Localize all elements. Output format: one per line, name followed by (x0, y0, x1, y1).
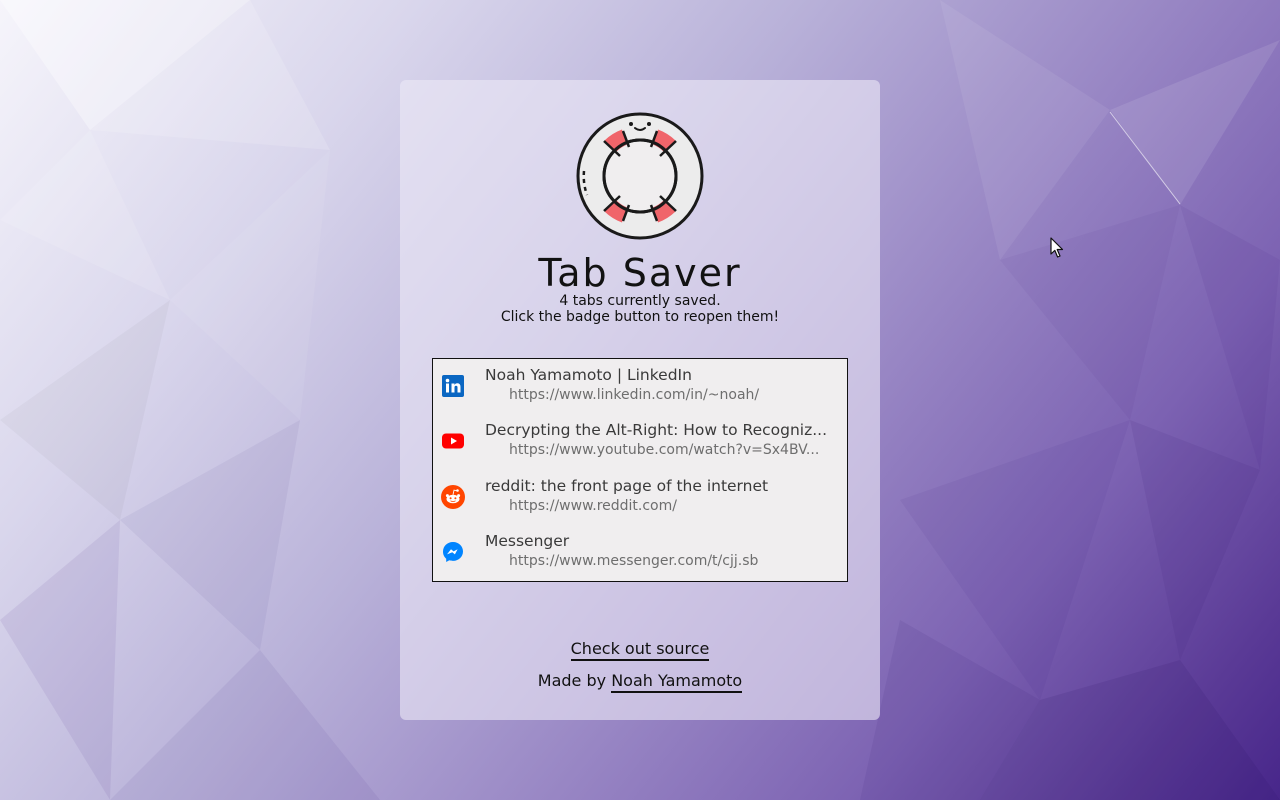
tab-title: Decrypting the Alt-Right: How to Recogni… (485, 421, 827, 439)
author-link[interactable]: Noah Yamamoto (611, 671, 743, 693)
reopen-hint-text: Click the badge button to reopen them! (500, 309, 780, 325)
tab-saver-card: Tab Saver 4 tabs currently saved. Click … (400, 80, 880, 720)
mouse-cursor-icon (1050, 237, 1064, 258)
tab-title: Noah Yamamoto | LinkedIn (485, 366, 692, 384)
reddit-icon (441, 485, 465, 509)
check-out-source-link[interactable]: Check out source (570, 639, 710, 661)
tab-url: https://www.messenger.com/t/cjj.sb (509, 553, 759, 569)
saved-tab-item[interactable]: Noah Yamamoto | LinkedIn https://www.lin… (433, 359, 847, 414)
source-link-row: Check out source (400, 639, 880, 661)
youtube-icon (442, 433, 464, 449)
made-by-label: Made by (537, 671, 607, 690)
saved-count-text: 4 tabs currently saved. (559, 293, 721, 309)
tab-url: https://www.reddit.com/ (509, 498, 677, 514)
saved-tab-item[interactable]: Messenger https://www.messenger.com/t/cj… (433, 525, 847, 580)
app-title: Tab Saver (538, 251, 742, 295)
lifebuoy-icon (576, 112, 704, 240)
linkedin-icon (442, 375, 464, 397)
tab-title: Messenger (485, 532, 570, 550)
saved-tab-item[interactable]: reddit: the front page of the internet h… (433, 470, 847, 525)
tab-title: reddit: the front page of the internet (485, 477, 769, 495)
saved-tabs-list: Noah Yamamoto | LinkedIn https://www.lin… (432, 358, 848, 582)
tab-url: https://www.youtube.com/watch?v=Sx4BV... (509, 442, 820, 458)
tab-url: https://www.linkedin.com/in/~noah/ (509, 387, 760, 403)
messenger-icon (443, 542, 463, 562)
saved-tab-item[interactable]: Decrypting the Alt-Right: How to Recogni… (433, 414, 847, 469)
made-by-row: Made by Noah Yamamoto (400, 671, 880, 693)
